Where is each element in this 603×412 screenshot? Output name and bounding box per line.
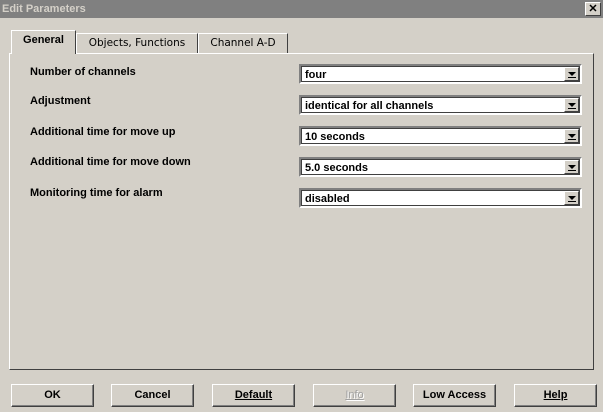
tab-channel-a-d[interactable]: Channel A-D — [198, 33, 288, 54]
tab-general-label: General — [23, 34, 64, 46]
close-button[interactable]: ✕ — [585, 2, 601, 16]
info-button[interactable]: Info — [313, 384, 396, 407]
tab-channel-a-d-label: Channel A-D — [210, 37, 276, 49]
param-label-adjustment: Adjustment — [30, 95, 91, 107]
tab-general[interactable]: General — [11, 30, 76, 54]
additional-time-move-up-value: 10 seconds — [305, 131, 365, 143]
help-button-label: Help — [543, 389, 568, 401]
chevron-down-icon[interactable] — [564, 160, 579, 174]
additional-time-move-up-dropdown[interactable]: 10 seconds — [299, 126, 582, 146]
tab-objects-functions-label: Objects, Functions — [88, 37, 186, 49]
low-access-button-label: Low Access — [422, 389, 487, 401]
title-bar: Edit Parameters ✕ — [0, 0, 603, 18]
info-button-label: Info — [345, 389, 364, 401]
default-button-label: Default — [234, 389, 273, 401]
low-access-button[interactable]: Low Access — [413, 384, 496, 407]
monitoring-time-alarm-value: disabled — [305, 193, 350, 205]
ok-button[interactable]: OK — [11, 384, 94, 407]
adjustment-dropdown[interactable]: identical for all channels — [299, 95, 582, 115]
default-button[interactable]: Default — [212, 384, 295, 407]
param-label-number-of-channels: Number of channels — [30, 66, 136, 78]
window-title: Edit Parameters — [2, 3, 86, 15]
additional-time-move-down-dropdown[interactable]: 5.0 seconds — [299, 157, 582, 177]
param-label-additional-time-move-up: Additional time for move up — [30, 126, 176, 138]
chevron-down-icon[interactable] — [564, 191, 579, 205]
tab-objects-functions[interactable]: Objects, Functions — [76, 33, 198, 54]
monitoring-time-alarm-dropdown[interactable]: disabled — [299, 188, 582, 208]
help-button[interactable]: Help — [514, 384, 597, 407]
cancel-button[interactable]: Cancel — [111, 384, 194, 407]
number-of-channels-value: four — [305, 69, 327, 81]
chevron-down-icon[interactable] — [564, 129, 579, 143]
param-label-additional-time-move-down: Additional time for move down — [30, 156, 191, 168]
number-of-channels-dropdown[interactable]: four — [299, 64, 582, 84]
chevron-down-icon[interactable] — [564, 98, 579, 112]
chevron-down-icon[interactable] — [564, 67, 579, 81]
param-label-monitoring-time-alarm: Monitoring time for alarm — [30, 187, 163, 199]
additional-time-move-down-value: 5.0 seconds — [305, 162, 368, 174]
adjustment-value: identical for all channels — [305, 100, 434, 112]
